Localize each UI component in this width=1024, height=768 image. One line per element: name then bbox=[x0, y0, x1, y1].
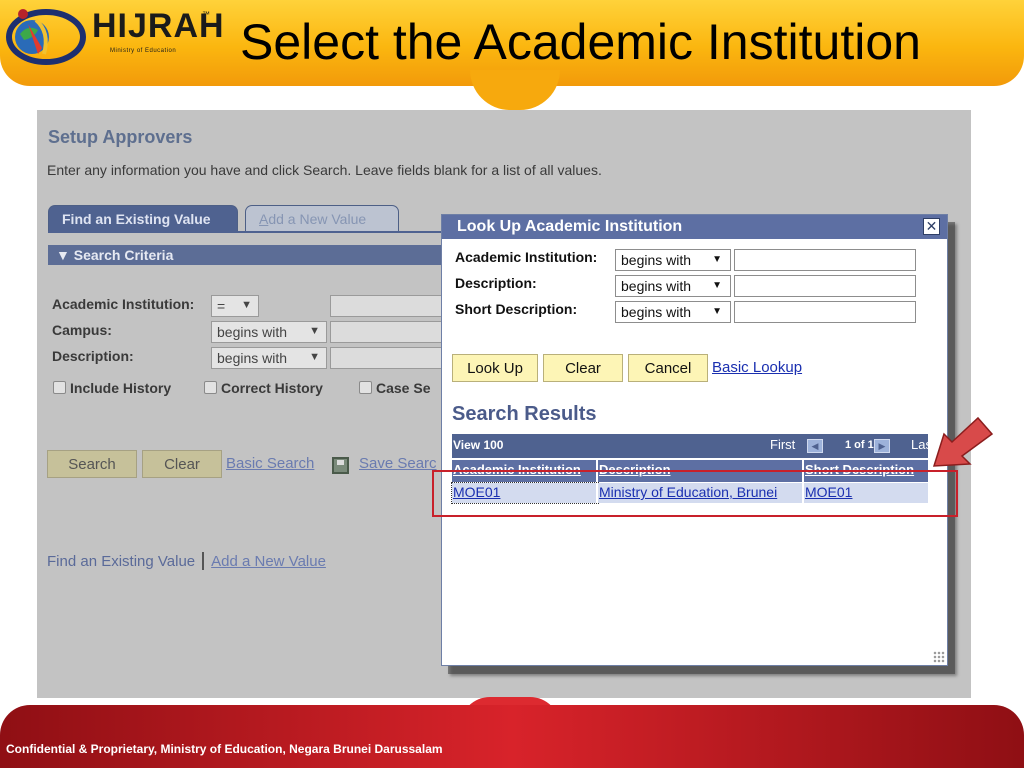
search-criteria-header[interactable]: ▼ Search Criteria bbox=[48, 245, 448, 265]
checkbox-box bbox=[53, 381, 66, 394]
chevron-down-icon: ▼ bbox=[712, 306, 722, 317]
slide-footer bbox=[0, 705, 1024, 768]
row-count: 1 of 1 bbox=[845, 439, 874, 451]
search-results-title: Search Results bbox=[452, 403, 597, 425]
academic-institution-input[interactable] bbox=[330, 295, 450, 317]
hijrah-logo: HIJRAH ™ Ministry of Education bbox=[6, 4, 224, 66]
checkbox-label: Correct History bbox=[221, 380, 323, 396]
dialog-title-bar[interactable]: Look Up Academic Institution ✕ bbox=[442, 215, 947, 239]
lookup-dialog: Look Up Academic Institution ✕ Academic … bbox=[441, 214, 948, 666]
dialog-academic-institution-operator[interactable]: begins with ▼ bbox=[615, 249, 731, 271]
chevron-down-icon: ▼ bbox=[309, 325, 320, 337]
dialog-academic-institution-label: Academic Institution: bbox=[455, 249, 598, 265]
dialog-title: Look Up Academic Institution bbox=[457, 218, 683, 235]
slide-title: Select the Academic Institution bbox=[240, 14, 921, 70]
save-icon bbox=[332, 457, 349, 474]
basic-search-link[interactable]: Basic Search bbox=[226, 455, 314, 472]
description-input[interactable] bbox=[330, 347, 450, 369]
chevron-down-icon: ▼ bbox=[712, 254, 722, 265]
campus-input[interactable] bbox=[330, 321, 450, 343]
page-instructions: Enter any information you have and click… bbox=[47, 162, 602, 178]
chevron-down-icon: ▼ bbox=[309, 351, 320, 363]
divider bbox=[202, 552, 205, 570]
academic-institution-operator[interactable]: = ▼ bbox=[211, 295, 259, 317]
close-icon[interactable]: ✕ bbox=[923, 218, 940, 235]
header-notch bbox=[470, 70, 560, 110]
pointer-arrow-icon bbox=[932, 416, 994, 467]
logo-trademark: ™ bbox=[202, 10, 210, 19]
footer-text: Confidential & Proprietary, Ministry of … bbox=[6, 742, 443, 756]
operator-value: = bbox=[217, 298, 226, 314]
page-title: Setup Approvers bbox=[48, 127, 193, 147]
operator-value: begins with bbox=[217, 324, 288, 340]
checkbox-label: Case Se bbox=[376, 380, 431, 396]
chevron-down-icon: ▼ bbox=[712, 280, 722, 291]
results-navigation-bar: View 100 First ◀ 1 of 1 ▶ Last bbox=[452, 434, 936, 458]
save-search-link[interactable]: Save Searc bbox=[359, 455, 437, 472]
dialog-short-description-input[interactable] bbox=[734, 301, 916, 323]
view-100-link[interactable]: View 100 bbox=[453, 438, 503, 452]
bottom-links: Find an Existing Value Add a New Value bbox=[47, 552, 326, 570]
dialog-clear-button[interactable]: Clear bbox=[543, 354, 623, 382]
next-arrow-icon[interactable]: ▶ bbox=[874, 439, 890, 453]
highlight-box bbox=[432, 470, 958, 517]
correct-history-checkbox[interactable]: Correct History bbox=[204, 380, 323, 396]
tab-add-accesskey: A bbox=[259, 211, 269, 227]
academic-institution-label: Academic Institution: bbox=[52, 296, 195, 312]
operator-value: begins with bbox=[621, 252, 692, 268]
tab-underline bbox=[48, 231, 448, 233]
resize-grip-icon[interactable] bbox=[933, 651, 945, 663]
add-new-value-link[interactable]: Add a New Value bbox=[211, 553, 326, 570]
dialog-description-label: Description: bbox=[455, 275, 537, 291]
logo-subtitle: Ministry of Education bbox=[110, 48, 177, 54]
search-button[interactable]: Search bbox=[47, 450, 137, 478]
first-link[interactable]: First bbox=[770, 437, 795, 452]
operator-value: begins with bbox=[217, 350, 288, 366]
dialog-description-input[interactable] bbox=[734, 275, 916, 297]
checkbox-box bbox=[204, 381, 217, 394]
description-label: Description: bbox=[52, 348, 134, 364]
clear-button[interactable]: Clear bbox=[142, 450, 222, 478]
dialog-short-description-label: Short Description: bbox=[455, 301, 578, 317]
tab-find-existing-value[interactable]: Find an Existing Value bbox=[48, 205, 238, 232]
previous-arrow-icon[interactable]: ◀ bbox=[807, 439, 823, 453]
campus-operator[interactable]: begins with ▼ bbox=[211, 321, 327, 343]
dialog-description-operator[interactable]: begins with ▼ bbox=[615, 275, 731, 297]
description-operator[interactable]: begins with ▼ bbox=[211, 347, 327, 369]
campus-label: Campus: bbox=[52, 322, 112, 338]
operator-value: begins with bbox=[621, 278, 692, 294]
basic-lookup-link[interactable]: Basic Lookup bbox=[712, 359, 802, 376]
look-up-button[interactable]: Look Up bbox=[452, 354, 538, 382]
include-history-checkbox[interactable]: Include History bbox=[53, 380, 171, 396]
checkbox-box bbox=[359, 381, 372, 394]
operator-value: begins with bbox=[621, 304, 692, 320]
tab-add-label: dd a New Value bbox=[268, 211, 367, 227]
tab-add-new-value[interactable]: Add a New Value bbox=[245, 205, 399, 232]
case-sensitive-checkbox[interactable]: Case Se bbox=[359, 380, 430, 396]
dialog-academic-institution-input[interactable] bbox=[734, 249, 916, 271]
find-existing-value-link[interactable]: Find an Existing Value bbox=[47, 553, 195, 570]
globe-logo-icon bbox=[6, 9, 86, 65]
dialog-short-description-operator[interactable]: begins with ▼ bbox=[615, 301, 731, 323]
chevron-down-icon: ▼ bbox=[241, 299, 252, 311]
cancel-button[interactable]: Cancel bbox=[628, 354, 708, 382]
checkbox-label: Include History bbox=[70, 380, 172, 396]
